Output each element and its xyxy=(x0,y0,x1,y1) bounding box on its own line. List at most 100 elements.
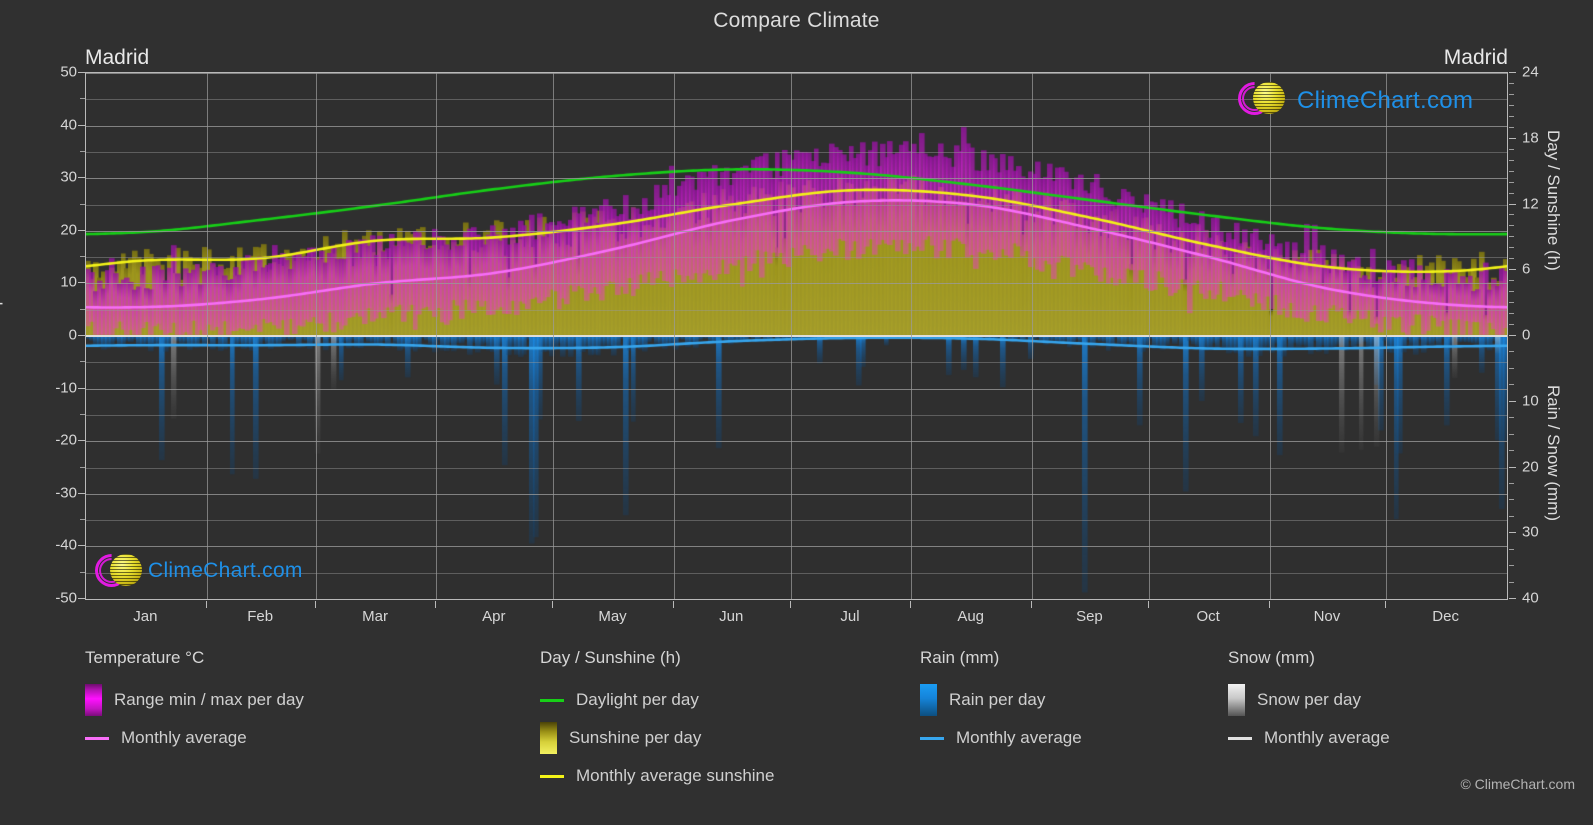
legend-item-label: Sunshine per day xyxy=(569,728,702,747)
gridline-vertical xyxy=(911,73,912,599)
gridline-horizontal xyxy=(86,362,1507,364)
y-axis-tick-right-bottom: 40 xyxy=(1522,589,1539,607)
x-axis-tick-jul: Jul xyxy=(840,608,860,625)
x-axis-tick-jan: Jan xyxy=(133,608,158,625)
legend-item[interactable]: Monthly average sunshine xyxy=(540,757,774,795)
y-tick-mark-right xyxy=(1509,72,1516,73)
gridline-horizontal xyxy=(86,441,1507,443)
y-tick-mark-left xyxy=(78,492,85,494)
y-tick-mark-right xyxy=(1509,598,1516,599)
y-tick-mark-right-minor xyxy=(1509,367,1514,369)
legend-group-title: Day / Sunshine (h) xyxy=(540,648,681,667)
rain-average-line xyxy=(920,736,944,740)
climechart-logo-icon xyxy=(88,547,142,594)
chart-legend: © ClimeChart.com Temperature °C Range min… xyxy=(0,648,1593,808)
temp-range-swatch xyxy=(85,684,102,716)
y-axis-tick-left: 10 xyxy=(60,273,77,291)
legend-group-rain-mm: Rain (mm) Rain per day Monthly average xyxy=(920,648,1082,757)
x-tick-mark xyxy=(1147,601,1149,608)
y-tick-mark-right xyxy=(1509,466,1516,468)
y-tick-mark-right-minor xyxy=(1509,499,1514,501)
y-tick-mark-right-minor xyxy=(1509,302,1514,304)
y-tick-mark-right xyxy=(1509,137,1516,139)
y-tick-mark-right-minor xyxy=(1509,324,1514,326)
y-tick-mark-right-minor xyxy=(1509,417,1514,419)
legend-item[interactable]: Daylight per day xyxy=(540,681,774,719)
y-tick-mark-left-minor xyxy=(80,203,85,205)
x-axis-tick-feb: Feb xyxy=(247,608,274,625)
legend-item[interactable]: Range min / max per day xyxy=(85,681,304,719)
y-tick-mark-right-minor xyxy=(1509,225,1514,227)
copyright-label: © ClimeChart.com xyxy=(1460,776,1575,792)
x-axis-tick-mar: Mar xyxy=(362,608,388,625)
y-tick-mark-left xyxy=(78,177,85,179)
y-tick-mark-right-minor xyxy=(1509,126,1514,128)
y-tick-mark-right-minor xyxy=(1509,115,1514,117)
x-axis-tick-nov: Nov xyxy=(1313,608,1341,625)
y-tick-mark-left-minor xyxy=(80,98,85,100)
y-tick-mark-right-minor xyxy=(1509,515,1514,517)
y-axis-tick-left: -30 xyxy=(55,484,77,502)
legend-item[interactable]: Monthly average xyxy=(920,719,1082,757)
snow-swatch xyxy=(1228,684,1245,716)
legend-item[interactable]: Rain per day xyxy=(920,681,1082,719)
y-tick-mark-left-minor xyxy=(80,150,85,152)
legend-item[interactable]: Sunshine per day xyxy=(540,719,774,757)
y-tick-mark-right-minor xyxy=(1509,93,1514,95)
legend-item[interactable]: Snow per day xyxy=(1228,681,1390,719)
gridline-horizontal xyxy=(86,388,1507,390)
y-tick-mark-right-minor xyxy=(1509,384,1514,386)
gridline-vertical xyxy=(553,73,554,599)
y-tick-mark-left-minor xyxy=(80,361,85,363)
y-tick-mark-right-minor xyxy=(1509,181,1514,183)
climate-chart-plot[interactable] xyxy=(85,72,1508,600)
y-tick-mark-left xyxy=(78,229,85,231)
gridline-vertical xyxy=(1270,73,1271,599)
y-tick-mark-left xyxy=(78,387,85,389)
legend-item-label: Monthly average xyxy=(956,728,1082,747)
gridline-vertical xyxy=(791,73,792,599)
legend-item-label: Monthly average xyxy=(121,728,247,747)
gridline-horizontal xyxy=(86,599,1507,600)
page-title: Compare Climate xyxy=(713,9,880,32)
legend-item[interactable]: Monthly average xyxy=(1228,719,1390,757)
y-tick-mark-right-minor xyxy=(1509,192,1514,194)
legend-item[interactable]: Monthly average xyxy=(85,719,304,757)
y-tick-mark-right-minor xyxy=(1509,482,1514,484)
y-tick-mark-right xyxy=(1509,532,1516,534)
legend-item-label: Rain per day xyxy=(949,690,1046,709)
x-axis-tick-jun: Jun xyxy=(719,608,744,625)
y-tick-mark-right-minor xyxy=(1509,450,1514,452)
x-tick-mark xyxy=(1031,601,1033,608)
y-axis-tick-right-bottom: 30 xyxy=(1522,523,1539,541)
y-tick-mark-left xyxy=(78,335,85,336)
gridline-horizontal xyxy=(86,151,1507,153)
y-tick-mark-right xyxy=(1509,269,1516,271)
legend-item-label: Monthly average sunshine xyxy=(576,766,775,785)
legend-group-snow-mm: Snow (mm) Snow per day Monthly average xyxy=(1228,648,1390,757)
y-tick-mark-right-minor xyxy=(1509,548,1514,550)
climechart-logo-icon xyxy=(1231,75,1290,123)
y-tick-mark-left-minor xyxy=(80,466,85,468)
y-tick-mark-right-minor xyxy=(1509,258,1514,260)
y-axis-tick-left: -10 xyxy=(55,379,77,397)
location-label-right: Madrid xyxy=(1443,46,1508,69)
legend-item-label: Snow per day xyxy=(1257,690,1361,709)
y-tick-mark-left xyxy=(78,545,85,547)
daylight-line xyxy=(540,698,564,702)
location-label-left: Madrid xyxy=(85,46,150,69)
x-tick-mark xyxy=(789,601,791,608)
y-tick-mark-right-minor xyxy=(1509,148,1514,150)
gridline-horizontal xyxy=(86,178,1507,180)
y-axis-tick-left: -20 xyxy=(55,431,77,449)
grid-layer xyxy=(86,73,1507,599)
watermark-text: ClimeChart.com xyxy=(1297,87,1474,114)
watermark-bottom: ClimeChart.com xyxy=(88,547,303,594)
y-tick-mark-left xyxy=(78,598,85,599)
gridline-horizontal xyxy=(86,257,1507,259)
y-axis-tick-right-top: 0 xyxy=(1522,326,1531,344)
y-axis-tick-right-top: 12 xyxy=(1522,195,1539,212)
y-tick-mark-left xyxy=(78,124,85,126)
y-axis-tick-right-top: 6 xyxy=(1522,260,1531,278)
sunshine-average-line xyxy=(540,774,564,778)
